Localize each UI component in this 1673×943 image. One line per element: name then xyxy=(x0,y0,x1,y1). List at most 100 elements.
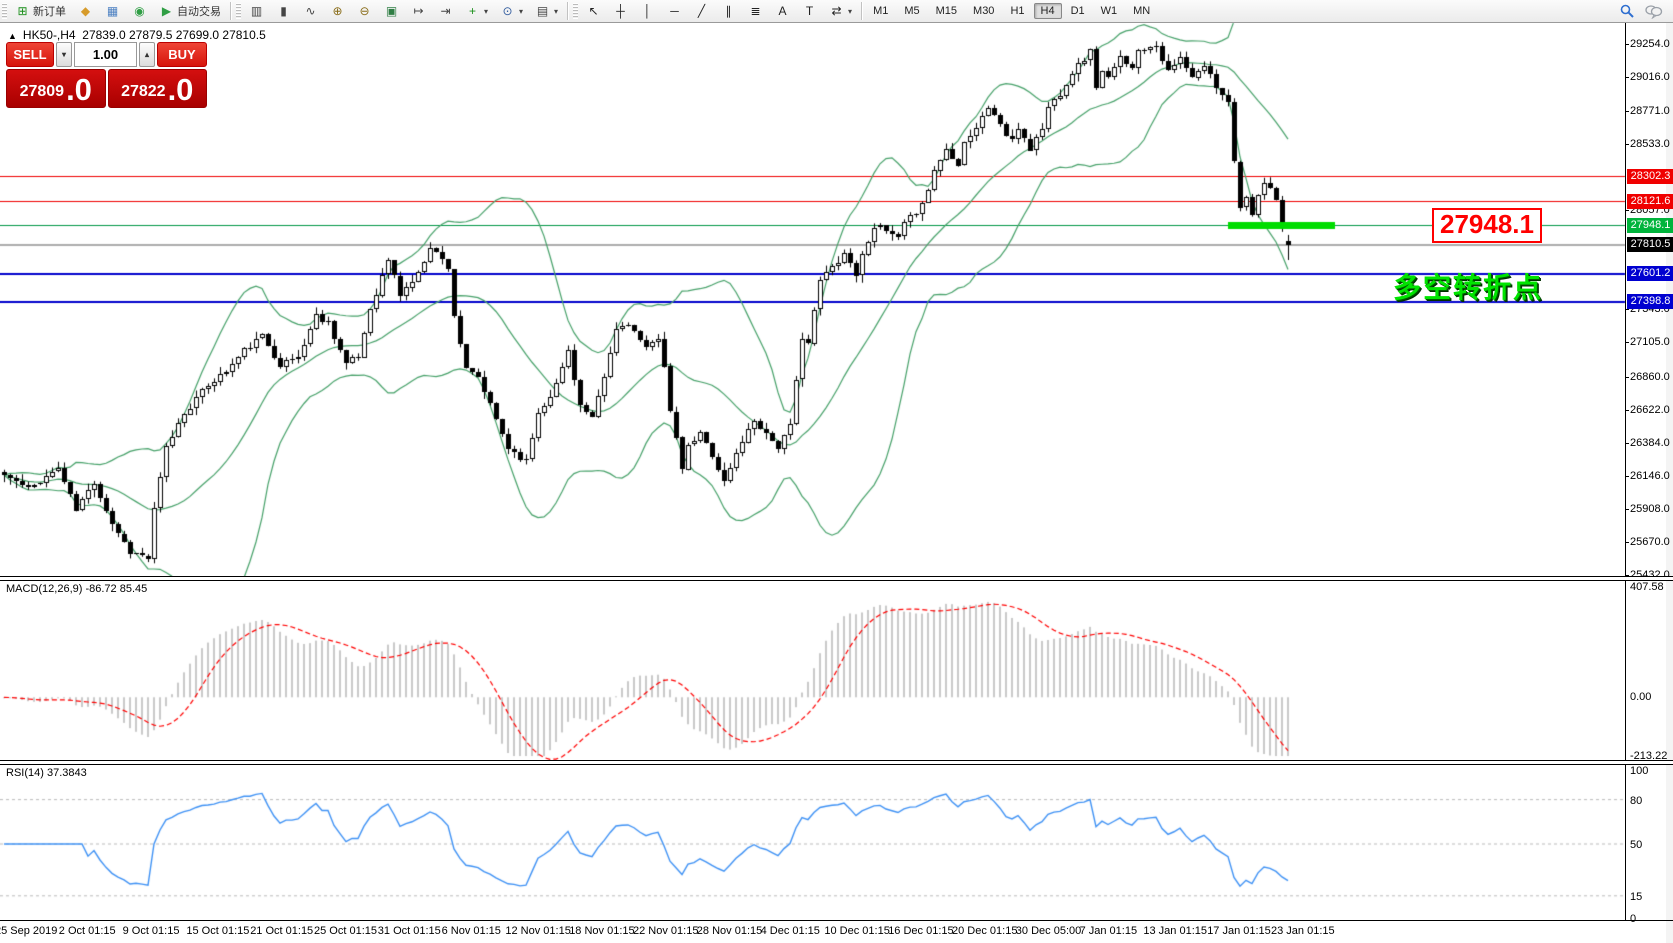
sell-price-button[interactable]: 27809 .0 xyxy=(6,69,106,108)
cursor-button[interactable]: ↖ xyxy=(581,2,606,21)
arrows-button[interactable]: ⇄▾ xyxy=(824,2,857,21)
timeframe-m30-button[interactable]: M30 xyxy=(966,3,1001,19)
price-label-box[interactable]: 27948.1 xyxy=(1432,208,1542,243)
rsi-panel-divider[interactable] xyxy=(0,760,1673,765)
date-tick-label: 7 Jan 01:15 xyxy=(1080,925,1138,937)
price-tick-mark xyxy=(1625,111,1629,112)
date-tick-label: 21 Oct 01:15 xyxy=(250,925,313,937)
horizontal-line-button[interactable]: ─ xyxy=(662,2,687,21)
chart-shift-button[interactable]: ⇥ xyxy=(433,2,458,21)
toolbar-grip[interactable] xyxy=(236,3,241,19)
price-badge: 27601.2 xyxy=(1627,266,1673,281)
price-tick-label: 26146.0 xyxy=(1630,470,1670,482)
equidistant-channel-icon: ∥ xyxy=(721,4,736,19)
price-tick-mark xyxy=(1625,542,1629,543)
price-badge: 28302.3 xyxy=(1627,169,1673,184)
timeframe-m1-button[interactable]: M1 xyxy=(866,3,895,19)
search-icon[interactable] xyxy=(1619,3,1635,19)
trendline-button[interactable]: ╱ xyxy=(689,2,714,21)
bar-chart-button[interactable]: ▥ xyxy=(244,2,269,21)
rsi-scale-label: 0 xyxy=(1630,913,1636,925)
caret-down-icon[interactable]: ▾ xyxy=(484,7,488,16)
price-badge: 28121.6 xyxy=(1627,194,1673,209)
quote-header: ▲HK50-,H4 27839.0 27879.5 27699.0 27810.… xyxy=(8,28,266,42)
timeframe-m5-button[interactable]: M5 xyxy=(897,3,926,19)
rsi-scale-label: 50 xyxy=(1630,839,1642,851)
data-window-button[interactable]: ▦ xyxy=(100,2,125,21)
new-order-button[interactable]: ⊞新订单 xyxy=(10,1,71,21)
bar-chart-icon: ▥ xyxy=(249,4,264,19)
macd-label: MACD(12,26,9) -86.72 85.45 xyxy=(6,583,147,595)
zoom-out-icon: ⊖ xyxy=(357,4,372,19)
price-tick-mark xyxy=(1625,77,1629,78)
rsi-scale-label: 100 xyxy=(1630,765,1648,777)
market-watch-button[interactable]: ◆ xyxy=(73,2,98,21)
templates-icon: ▤ xyxy=(535,4,550,19)
date-tick-label: 6 Nov 01:15 xyxy=(442,925,501,937)
fibonacci-button[interactable]: ≣ xyxy=(743,2,768,21)
trendline-icon: ╱ xyxy=(694,4,709,19)
crosshair-button[interactable]: ┼ xyxy=(608,2,633,21)
periods-button[interactable]: ⊙▾ xyxy=(495,2,528,21)
autotrade-button[interactable]: ▶自动交易 xyxy=(154,1,226,21)
indicators-button[interactable]: +▾ xyxy=(460,2,493,21)
price-tick-label: 25670.0 xyxy=(1630,536,1670,548)
text-label-button[interactable]: T xyxy=(797,2,822,21)
fibonacci-icon: ≣ xyxy=(748,4,763,19)
chart-canvas[interactable] xyxy=(0,0,1673,943)
buy-button[interactable]: BUY xyxy=(157,42,207,67)
date-tick-label: 22 Nov 01:15 xyxy=(633,925,698,937)
templates-button[interactable]: ▤▾ xyxy=(530,2,563,21)
date-tick-label: 10 Dec 01:15 xyxy=(824,925,889,937)
price-tick-mark xyxy=(1625,443,1629,444)
timeframe-mn-button[interactable]: MN xyxy=(1126,3,1157,19)
volume-input[interactable]: 1.00 xyxy=(74,42,137,67)
auto-scroll-button[interactable]: ↦ xyxy=(406,2,431,21)
timeframe-d1-button[interactable]: D1 xyxy=(1064,3,1092,19)
price-badge: 27398.8 xyxy=(1627,294,1673,309)
sell-price-main: 27809 xyxy=(20,79,65,105)
timeframe-h4-button[interactable]: H4 xyxy=(1034,3,1062,19)
toolbar-grip[interactable] xyxy=(573,3,578,19)
candle-chart-button[interactable]: ▮ xyxy=(271,2,296,21)
volume-decrease-button[interactable]: ▾ xyxy=(56,42,72,67)
time-axis-divider xyxy=(0,920,1673,921)
buy-price-button[interactable]: 27822 .0 xyxy=(108,69,208,108)
equidistant-channel-button[interactable]: ∥ xyxy=(716,2,741,21)
timeframe-m15-button[interactable]: M15 xyxy=(929,3,964,19)
toolbar-grip[interactable] xyxy=(2,3,7,19)
vertical-line-button[interactable]: │ xyxy=(635,2,660,21)
timeframe-buttons: M1M5M15M30H1H4D1W1MN xyxy=(865,3,1158,19)
price-tick-mark xyxy=(1625,342,1629,343)
text-button[interactable]: A xyxy=(770,2,795,21)
toolbar-separator xyxy=(861,2,862,20)
timeframe-h1-button[interactable]: H1 xyxy=(1003,3,1031,19)
rsi-scale-label: 80 xyxy=(1630,795,1642,807)
price-tick-label: 28533.0 xyxy=(1630,138,1670,150)
volume-increase-button[interactable]: ▴ xyxy=(139,42,155,67)
date-tick-label: 31 Oct 01:15 xyxy=(378,925,441,937)
toolbar-separator xyxy=(230,2,231,20)
caret-down-icon[interactable]: ▾ xyxy=(519,7,523,16)
tile-windows-button[interactable]: ▣ xyxy=(379,2,404,21)
zoom-in-button[interactable]: ⊕ xyxy=(325,2,350,21)
price-tick-mark xyxy=(1625,44,1629,45)
caret-down-icon[interactable]: ▾ xyxy=(848,7,852,16)
sell-button[interactable]: SELL xyxy=(6,42,54,67)
price-tick-label: 29254.0 xyxy=(1630,38,1670,50)
rsi-label: RSI(14) 37.3843 xyxy=(6,767,87,779)
vertical-line-icon: │ xyxy=(640,4,655,19)
macd-panel-divider[interactable] xyxy=(0,576,1673,581)
chat-icon[interactable] xyxy=(1645,4,1663,19)
line-chart-button[interactable]: ∿ xyxy=(298,2,323,21)
autotrade-label: 自动交易 xyxy=(177,3,221,19)
price-tick-mark xyxy=(1625,410,1629,411)
collapse-panel-icon[interactable]: ▲ xyxy=(8,31,17,41)
timeframe-w1-button[interactable]: W1 xyxy=(1094,3,1125,19)
price-axis-line xyxy=(1625,23,1626,920)
caret-down-icon[interactable]: ▾ xyxy=(554,7,558,16)
indicators-icon: + xyxy=(465,4,480,19)
annotation-text[interactable]: 多空转折点 xyxy=(1393,266,1543,306)
signals-button[interactable]: ◉ xyxy=(127,2,152,21)
zoom-out-button[interactable]: ⊖ xyxy=(352,2,377,21)
